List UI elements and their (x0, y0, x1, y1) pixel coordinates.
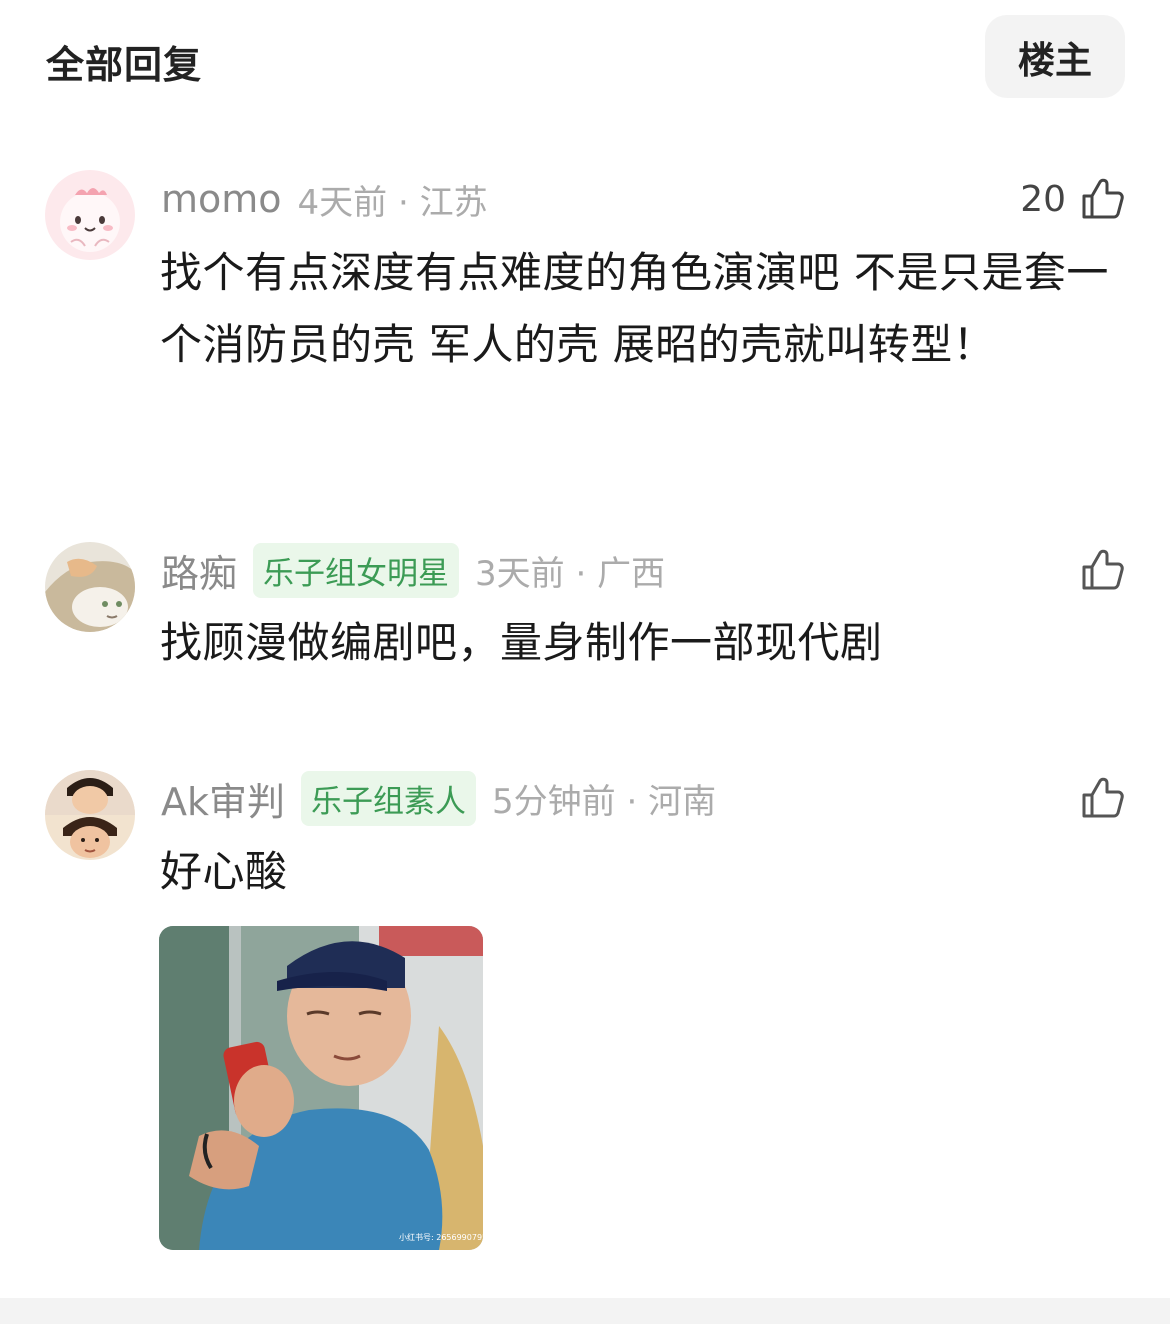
username[interactable]: momo (161, 177, 282, 221)
comment-text: 找顾漫做编剧吧，量身制作一部现代剧 (160, 618, 883, 667)
like-button[interactable] (1078, 770, 1126, 826)
cat-photo-avatar-icon (45, 542, 135, 632)
user-badge: 乐子组素人 (301, 770, 477, 826)
comment-text: 找个有点深度有点难度的角色演演吧 不是只是套一个消防员的壳 军人的壳 展昭的壳就… (160, 248, 1109, 369)
man-looking-at-phone-photo: 小红书号: 26569907957 (159, 926, 483, 1250)
comment-meta: 路痴 乐子组女明星 3天前 · 广西 (161, 542, 665, 598)
comment-text: 好心酸 (160, 847, 288, 896)
avatar[interactable] (45, 770, 135, 860)
page-title: 全部回复 (46, 43, 203, 87)
thumbs-up-icon (1082, 549, 1124, 590)
pink-cartoon-avatar-icon (45, 170, 135, 260)
thumbs-up-icon (1082, 777, 1124, 818)
comment-attached-image[interactable]: 小红书号: 26569907957 (159, 926, 483, 1250)
time-location: 5分钟前 · 河南 (492, 781, 717, 822)
child-photo-avatar-icon (45, 770, 135, 860)
username[interactable]: Ak审判 (161, 771, 285, 826)
user-badge: 乐子组女明星 (253, 542, 460, 598)
time-location: 3天前 · 广西 (475, 553, 666, 594)
avatar[interactable] (45, 170, 135, 260)
like-button[interactable] (1078, 542, 1126, 598)
time-location: 4天前 · 江苏 (297, 182, 488, 223)
comment-meta: Ak审判 乐子组素人 5分钟前 · 河南 (161, 770, 716, 826)
op-filter-button[interactable]: 楼主 (985, 15, 1125, 98)
avatar[interactable] (45, 542, 135, 632)
like-button[interactable]: 20 (1020, 171, 1126, 227)
comment-meta: momo 4天前 · 江苏 (161, 171, 488, 227)
comment-replies-page: 全部回复 楼主 momo 4天前 · 江苏 20 找个有点深度有点难度的角色演演… (0, 0, 1170, 1324)
bottom-bar (0, 1298, 1170, 1324)
username[interactable]: 路痴 (161, 543, 237, 598)
image-watermark: 小红书号: 26569907957 (399, 1232, 483, 1242)
like-count: 20 (1020, 178, 1066, 220)
thumbs-up-icon (1082, 178, 1124, 219)
